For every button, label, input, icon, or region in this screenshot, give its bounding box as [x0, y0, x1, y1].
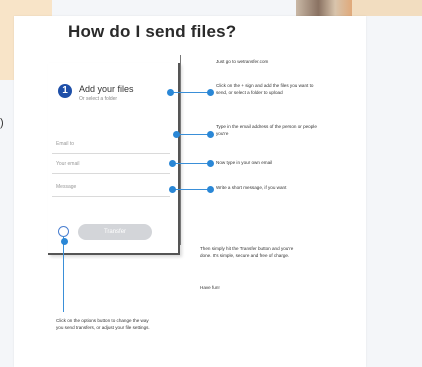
banner-right-decoration [352, 0, 422, 16]
your-email-field[interactable]: Your email [52, 157, 170, 174]
connector-dot-your-email-end [206, 159, 214, 167]
step-text-add-files: Click on the + sign and add the files yo… [216, 83, 314, 95]
connector-dot-email-to-end [206, 130, 214, 138]
step-text-transfer: Then simply hit the Transfer button and … [200, 246, 294, 258]
connector-dot-message-end [206, 185, 214, 193]
page-title: How do I send files? [68, 22, 237, 41]
connector-line-message [172, 189, 210, 191]
connector-dot-message [168, 185, 176, 193]
step-text-own-email: Now type in your own email [216, 160, 273, 165]
connector-dot-email-to [172, 130, 180, 138]
step-text-have-fun: Have fun! [200, 285, 220, 290]
message-placeholder: Message [56, 184, 77, 190]
banner-photo-image [296, 0, 352, 16]
connector-dot-add-files [166, 88, 174, 96]
connector-line-add-files [170, 92, 210, 94]
add-folder-sublabel[interactable]: Or select a folder [79, 96, 117, 102]
message-field[interactable]: Message [52, 180, 170, 197]
edge-fragment-text: ) [0, 117, 4, 129]
connector-line-email-to [176, 134, 210, 136]
connector-dot-add-files-end [206, 88, 214, 96]
step-text-go-to-site: Just go to wetransfer.com [216, 59, 269, 64]
step-text-recipient-email: Type in the email address of the person … [216, 124, 317, 136]
step-text-options: Click on the options button to change th… [56, 318, 150, 330]
your-email-placeholder: Your email [56, 161, 80, 167]
add-files-label[interactable]: Add your files [79, 84, 134, 94]
email-to-placeholder: Email to [56, 141, 75, 147]
add-files-step-circle[interactable]: 1 [58, 84, 72, 98]
connector-dot-your-email [168, 159, 176, 167]
email-to-field[interactable]: Email to [52, 137, 170, 154]
step-text-message: Write a short message, if you want [216, 185, 287, 190]
connector-line-your-email [172, 163, 210, 165]
connector-dot-options [60, 237, 68, 245]
transfer-button[interactable]: Transfer [78, 224, 152, 240]
panel-divider-line [180, 55, 181, 245]
connector-line-options [63, 236, 65, 312]
